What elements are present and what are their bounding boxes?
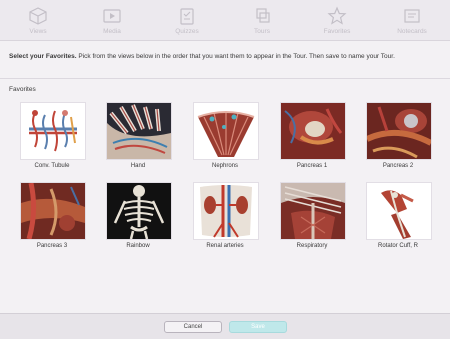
instructions-bold: Select your Favorites. <box>9 53 77 60</box>
thumbnail[interactable] <box>193 102 259 160</box>
tab-label: Quizzes <box>175 28 199 35</box>
cube-icon <box>29 7 47 25</box>
instructions: Select your Favorites. Pick from the vie… <box>9 52 439 61</box>
cancel-button[interactable]: Cancel <box>164 321 222 333</box>
favorite-label: Hand <box>130 163 146 169</box>
renal-arteries-image <box>194 183 258 239</box>
conv-tubule-image <box>21 103 85 159</box>
tab-views[interactable]: Views <box>8 0 68 40</box>
favorite-respiratory[interactable]: Respiratory <box>280 182 346 249</box>
thumbnail[interactable] <box>280 102 346 160</box>
favorite-label: Respiratory <box>296 243 328 249</box>
pancreas-3-image <box>21 183 85 239</box>
clipboard-icon <box>180 8 194 25</box>
tab-tours[interactable]: Tours <box>232 0 292 40</box>
favorite-rainbow[interactable]: Rainbow <box>106 182 172 249</box>
favorite-nephrons[interactable]: Nephrons <box>193 102 259 169</box>
notecard-icon <box>404 9 420 23</box>
favorite-label: Pancreas 2 <box>382 163 414 169</box>
instructions-text: Pick from the views below in the order t… <box>76 53 395 60</box>
tab-media[interactable]: Media <box>82 0 142 40</box>
respiratory-image <box>281 183 345 239</box>
favorite-label: Rotator Cuff, R <box>378 243 418 249</box>
favorite-label: Conv. Tubule <box>34 163 70 169</box>
tab-label: Notecards <box>397 28 427 35</box>
nephrons-image <box>194 103 258 159</box>
favorite-hand[interactable]: Hand <box>106 102 172 169</box>
thumbnail[interactable] <box>106 182 172 240</box>
divider <box>0 78 450 79</box>
favorite-label: Rainbow <box>126 243 150 249</box>
tab-favorites[interactable]: Favorites <box>307 0 367 40</box>
footer-bar: Cancel Save <box>0 313 450 339</box>
tab-quizzes[interactable]: Quizzes <box>157 0 217 40</box>
favorite-rotator-cuff-r[interactable]: Rotator Cuff, R <box>366 182 432 249</box>
favorites-grid: Conv. Tubule Hand Nephrons Pancreas 1 Pa… <box>0 100 450 260</box>
star-icon <box>327 6 347 25</box>
tab-label: Views <box>29 28 47 35</box>
favorite-renal-arteries[interactable]: Renal arteries <box>193 182 259 249</box>
rotator-cuff-r-image <box>367 183 431 239</box>
thumbnail[interactable] <box>106 102 172 160</box>
thumbnail[interactable] <box>280 182 346 240</box>
tab-label: Media <box>103 28 121 35</box>
favorite-label: Nephrons <box>211 163 238 169</box>
pancreas-2-image <box>367 103 431 159</box>
thumbnail[interactable] <box>366 182 432 240</box>
tab-bar: Views Media Quizzes Tours Favorites Note… <box>0 0 450 41</box>
favorite-pancreas-2[interactable]: Pancreas 2 <box>366 102 432 169</box>
tab-label: Tours <box>254 28 270 35</box>
tab-label: Favorites <box>323 28 351 35</box>
rainbow-image <box>107 183 171 239</box>
thumbnail[interactable] <box>366 102 432 160</box>
tab-notecards[interactable]: Notecards <box>382 0 442 40</box>
thumbnail[interactable] <box>193 182 259 240</box>
section-title: Favorites <box>9 86 36 93</box>
play-icon <box>103 9 121 23</box>
favorite-label: Pancreas 1 <box>296 163 328 169</box>
thumbnail[interactable] <box>20 182 86 240</box>
favorite-label: Pancreas 3 <box>36 243 68 249</box>
favorite-conv-tubule[interactable]: Conv. Tubule <box>20 102 86 169</box>
pancreas-1-image <box>281 103 345 159</box>
save-button[interactable]: Save <box>229 321 287 333</box>
hand-image <box>107 103 171 159</box>
favorite-pancreas-1[interactable]: Pancreas 1 <box>280 102 346 169</box>
stack-icon <box>256 8 270 23</box>
thumbnail[interactable] <box>20 102 86 160</box>
favorite-label: Renal arteries <box>206 243 244 249</box>
favorite-pancreas-3[interactable]: Pancreas 3 <box>20 182 86 249</box>
